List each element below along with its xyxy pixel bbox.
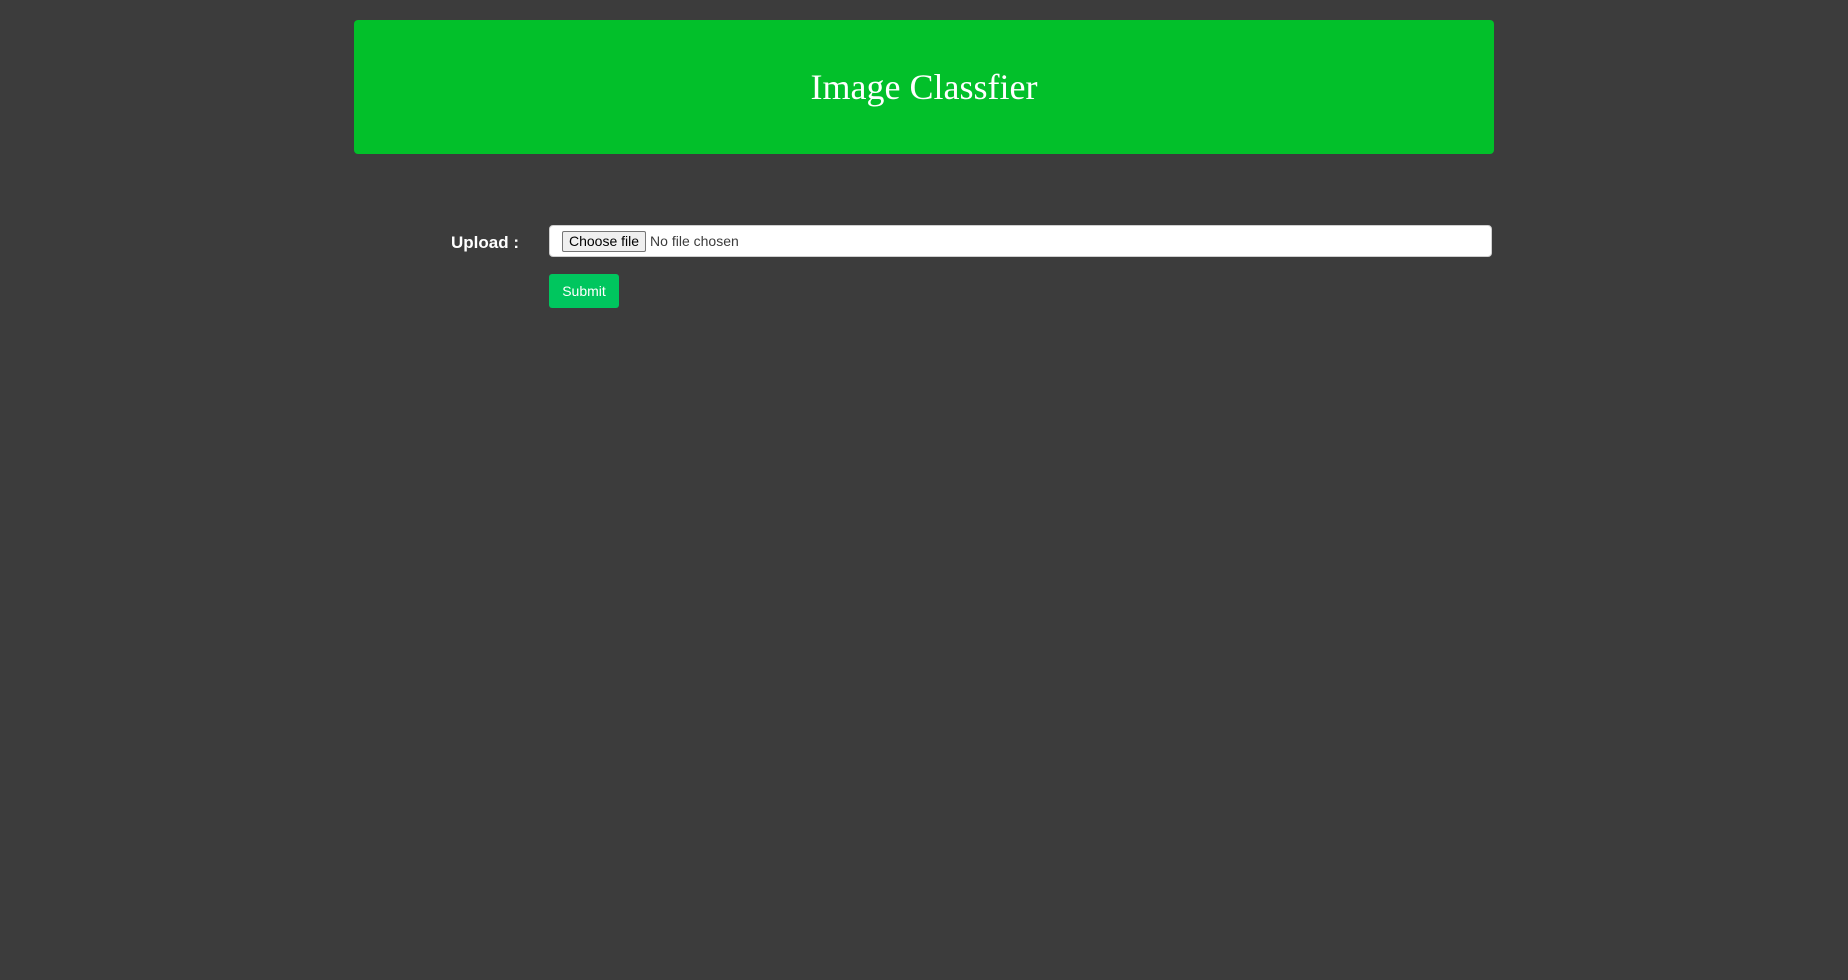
file-input[interactable]: Choose file No file chosen <box>549 225 1492 257</box>
file-status-text: No file chosen <box>650 233 739 249</box>
page-title: Image Classfier <box>810 67 1038 107</box>
submit-button[interactable]: Submit <box>549 274 619 308</box>
upload-label: Upload : <box>451 233 519 252</box>
choose-file-button[interactable]: Choose file <box>562 230 647 252</box>
page-header: Image Classfier <box>354 20 1494 154</box>
